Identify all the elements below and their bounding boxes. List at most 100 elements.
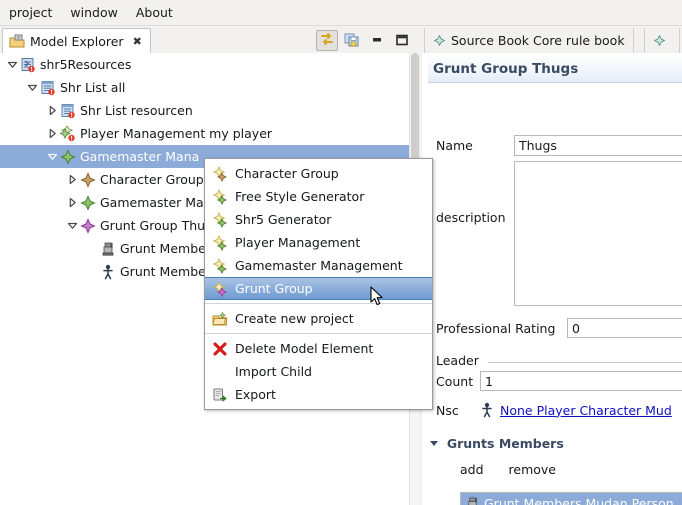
diamond-brown-icon: [80, 171, 96, 188]
menu-item-label: Player Management: [235, 235, 361, 250]
tree-item-label: Grunt Group Thu: [100, 218, 206, 233]
menu-item-grunt-group[interactable]: Grunt Group: [205, 277, 432, 300]
professional-rating-label-row: Professional Rating: [436, 321, 555, 336]
tree-item-label: Player Management my player: [80, 126, 273, 141]
twisty-expanded-icon[interactable]: [64, 218, 80, 234]
diamond-purple-icon: [80, 217, 96, 234]
new-diamond-green-icon: [212, 257, 228, 274]
list-item-label: Grunt Members Mudan Person: [484, 496, 674, 505]
new-diamond-purple-icon: [212, 280, 228, 297]
diamond-teal-icon: [653, 34, 666, 47]
menu-item-label: Export: [235, 387, 276, 402]
nsc-link[interactable]: None Player Character Mud: [500, 403, 672, 418]
tree-item-3[interactable]: Player Management my player: [0, 122, 409, 145]
tree-item-label: Gamemaster Mana: [80, 149, 200, 164]
tab-source-book[interactable]: Source Book Core rule book: [424, 28, 634, 53]
description-field[interactable]: [514, 161, 682, 306]
list-icon: [60, 103, 76, 119]
menu-item-label: Shr5 Generator: [235, 212, 332, 227]
tree-item-label: Character Group: [100, 172, 204, 187]
close-icon[interactable]: ✖: [133, 35, 142, 48]
menu-item-player-management[interactable]: Player Management: [205, 231, 432, 254]
link-with-editor-button[interactable]: [316, 29, 338, 51]
tree-item-label: Shr List all: [60, 80, 126, 95]
new-diamond-green-icon: [212, 234, 228, 251]
leader-group-label-row: Leader: [436, 353, 479, 368]
twisty-collapsed-icon[interactable]: [64, 195, 80, 211]
grunts-members-section: Grunts Members add remove: [430, 436, 682, 477]
tree-item-2[interactable]: Shr List resourcen: [0, 99, 409, 122]
tab-source-book-label: Source Book Core rule book: [451, 33, 625, 48]
menu-item-label: Delete Model Element: [235, 341, 374, 356]
nsc-row: Nsc None Player Character Mud: [436, 402, 672, 418]
twisty-collapsed-icon[interactable]: [44, 126, 60, 142]
tab-secondary-editor[interactable]: [644, 28, 680, 53]
twisty-collapsed-icon[interactable]: [44, 103, 60, 119]
menu-bar: project window About: [0, 0, 682, 26]
menu-item-character-group[interactable]: Character Group: [205, 162, 432, 185]
new-diamond-green-icon: [212, 211, 228, 228]
maximize-button[interactable]: [391, 30, 413, 51]
menu-item-free-style-generator[interactable]: Free Style Generator: [205, 185, 432, 208]
chevron-down-icon[interactable]: [430, 441, 438, 446]
name-field[interactable]: [514, 135, 682, 156]
leader-group-label: Leader: [436, 353, 479, 368]
tree-item-1[interactable]: Shr List all: [0, 76, 409, 99]
menu-window[interactable]: window: [61, 3, 126, 23]
grunts-members-header[interactable]: Grunts Members: [430, 436, 682, 451]
diamond-teal-icon: [433, 34, 446, 47]
professional-rating-field[interactable]: [567, 318, 682, 338]
menu-item-label: Grunt Group: [235, 281, 313, 296]
grunts-members-list[interactable]: Grunt Members Mudan Person: [460, 492, 682, 505]
count-label-row: Count: [436, 374, 473, 389]
diamond-green-icon: [80, 194, 96, 211]
grunts-members-title: Grunts Members: [446, 436, 564, 451]
twisty-expanded-icon[interactable]: [24, 80, 40, 96]
grunt-trooper-icon: [100, 241, 116, 257]
tab-model-explorer[interactable]: Model Explorer ✖: [2, 28, 151, 53]
new-diamond-green-icon: [212, 188, 228, 205]
menu-project[interactable]: project: [0, 3, 61, 23]
menu-item-import-child[interactable]: Import Child: [205, 360, 432, 383]
menu-item-delete-model-element[interactable]: Delete Model Element: [205, 337, 432, 360]
twisty-expanded-icon[interactable]: [44, 149, 60, 165]
add-button[interactable]: add: [460, 462, 484, 477]
list-item[interactable]: Grunt Members Mudan Person: [461, 493, 682, 505]
name-label-row: Name: [436, 138, 473, 153]
minimize-button[interactable]: [366, 30, 388, 51]
new-diamond-brown-icon: [212, 165, 228, 182]
context-menu[interactable]: Character Group Free Style Generator Shr5 …: [204, 158, 433, 410]
tree-item-label: Shr List resourcen: [80, 103, 193, 118]
resource-file-icon: [20, 57, 36, 73]
professional-rating-label: Professional Rating: [436, 321, 556, 336]
tree-item-label: Gamemaster Ma: [100, 195, 204, 210]
description-label: description: [436, 210, 506, 225]
menu-item-shr5-generator[interactable]: Shr5 Generator: [205, 208, 432, 231]
name-label: Name: [436, 138, 473, 153]
menu-item-label: Import Child: [235, 364, 312, 379]
remove-button[interactable]: remove: [509, 462, 556, 477]
menu-item-label: Create new project: [235, 311, 354, 326]
menu-item-create-new-project[interactable]: Create new project: [205, 307, 432, 330]
tree-item-0[interactable]: shr5Resources: [0, 53, 409, 76]
twisty-expanded-icon[interactable]: [4, 57, 20, 73]
menu-item-label: Character Group: [235, 166, 339, 181]
page-title: Grunt Group Thugs: [433, 61, 579, 77]
delete-x-icon: [212, 341, 228, 357]
twisty-none: [84, 241, 100, 257]
twisty-none: [84, 264, 100, 280]
description-label-row: description: [436, 210, 506, 225]
diamond-green-icon: [60, 148, 76, 165]
twisty-collapsed-icon[interactable]: [64, 172, 80, 188]
menu-item-gamemaster-management[interactable]: Gamemaster Management: [205, 254, 432, 277]
no-icon: [212, 364, 228, 380]
grunt-trooper-icon: [465, 496, 480, 505]
save-view-button[interactable]: [341, 30, 363, 51]
menu-separator: [205, 333, 432, 334]
menu-about[interactable]: About: [127, 3, 182, 23]
count-field[interactable]: [480, 371, 682, 391]
menu-item-export[interactable]: Export: [205, 383, 432, 406]
menu-item-label: Free Style Generator: [235, 189, 365, 204]
tree-item-label: Grunt Membe: [120, 264, 206, 279]
menu-item-label: Gamemaster Management: [235, 258, 403, 273]
